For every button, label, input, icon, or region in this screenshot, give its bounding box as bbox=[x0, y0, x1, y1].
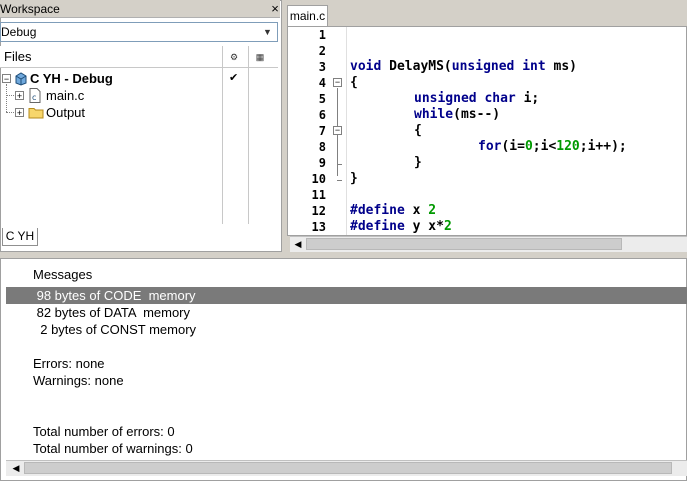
message-row[interactable]: Total number of errors: 0 bbox=[33, 423, 175, 440]
tree-item-label: Output bbox=[46, 105, 86, 120]
svg-text:c: c bbox=[32, 93, 36, 102]
gutter-divider bbox=[346, 27, 347, 235]
workspace-project-icon bbox=[15, 72, 27, 86]
line-number: 1 bbox=[318, 28, 326, 42]
tab-main-c[interactable]: main.c bbox=[287, 5, 328, 26]
tree-project-row[interactable]: − C YH - Debug ✔ bbox=[0, 70, 278, 87]
scrollbar-thumb[interactable] bbox=[24, 462, 672, 474]
code-line: #define x 2 bbox=[350, 203, 437, 218]
line-number: 10 bbox=[311, 172, 326, 186]
code-line: unsigned char i; bbox=[414, 91, 540, 106]
line-number: 2 bbox=[318, 44, 326, 58]
line-number: 5 bbox=[318, 92, 326, 106]
collapse-icon[interactable]: − bbox=[2, 74, 11, 84]
fold-collapse-icon[interactable]: − bbox=[333, 126, 342, 135]
message-row[interactable]: 82 bytes of DATA memory bbox=[33, 304, 190, 321]
checkmark-icon: ✔ bbox=[229, 72, 239, 84]
line-number: 9 bbox=[318, 156, 326, 170]
message-row[interactable]: Warnings: none bbox=[33, 372, 124, 389]
code-line: #define y x*2 bbox=[350, 219, 452, 234]
files-header-label: Files bbox=[4, 49, 32, 64]
project-name: C YH - Debug bbox=[30, 71, 113, 86]
files-header: Files ⚙ ▦ bbox=[0, 46, 278, 68]
code-line: void DelayMS(unsigned int ms) bbox=[350, 59, 578, 74]
line-number: 8 bbox=[318, 140, 326, 154]
code-line: while(ms--) bbox=[414, 107, 501, 122]
tree-item-main-c[interactable]: + c main.c bbox=[0, 87, 278, 104]
message-row[interactable]: 2 bytes of CONST memory bbox=[33, 321, 196, 338]
expand-icon[interactable]: + bbox=[15, 91, 24, 101]
message-row[interactable]: Errors: none bbox=[33, 355, 105, 372]
code-line: } bbox=[350, 171, 358, 186]
message-row[interactable]: 98 bytes of CODE memory bbox=[33, 287, 196, 304]
code-line: } bbox=[414, 155, 422, 170]
expand-icon[interactable]: + bbox=[15, 108, 24, 118]
configuration-value: Debug bbox=[1, 25, 37, 39]
options-icon[interactable]: ⚙ bbox=[226, 50, 242, 64]
c-file-icon: c bbox=[29, 88, 41, 103]
tree-item-output[interactable]: + Output bbox=[0, 104, 278, 121]
line-number: 7 bbox=[318, 124, 326, 138]
fold-collapse-icon[interactable]: − bbox=[333, 78, 342, 87]
message-row[interactable]: Total number of warnings: 0 bbox=[33, 440, 193, 457]
line-number: 13 bbox=[311, 220, 326, 234]
fold-end-marker bbox=[337, 164, 342, 165]
close-icon[interactable]: × bbox=[268, 1, 282, 17]
fold-end-marker bbox=[337, 180, 342, 181]
chevron-down-icon[interactable]: ▼ bbox=[260, 24, 275, 40]
scrollbar-thumb[interactable] bbox=[306, 238, 622, 250]
code-editor[interactable] bbox=[287, 26, 687, 236]
line-number: 4 bbox=[318, 76, 326, 90]
code-line: for(i=0;i<120;i++); bbox=[478, 139, 627, 154]
folder-icon bbox=[28, 108, 44, 119]
line-number: 12 bbox=[311, 204, 326, 218]
editor-tab-strip bbox=[286, 0, 687, 26]
grid-icon[interactable]: ▦ bbox=[252, 50, 268, 64]
line-number: 6 bbox=[318, 108, 326, 122]
messages-header: Messages bbox=[33, 267, 93, 282]
code-line: { bbox=[350, 75, 358, 90]
line-number: 3 bbox=[318, 60, 326, 74]
scroll-left-icon[interactable]: ◀ bbox=[10, 462, 22, 474]
code-line: { bbox=[414, 123, 422, 138]
scroll-left-icon[interactable]: ◀ bbox=[292, 238, 304, 250]
workspace-title: Workspace bbox=[0, 0, 280, 18]
workspace-tab[interactable]: C YH bbox=[2, 228, 38, 246]
line-number: 11 bbox=[311, 188, 326, 202]
tree-item-label: main.c bbox=[46, 88, 85, 103]
configuration-dropdown[interactable]: Debug ▼ bbox=[0, 22, 278, 42]
